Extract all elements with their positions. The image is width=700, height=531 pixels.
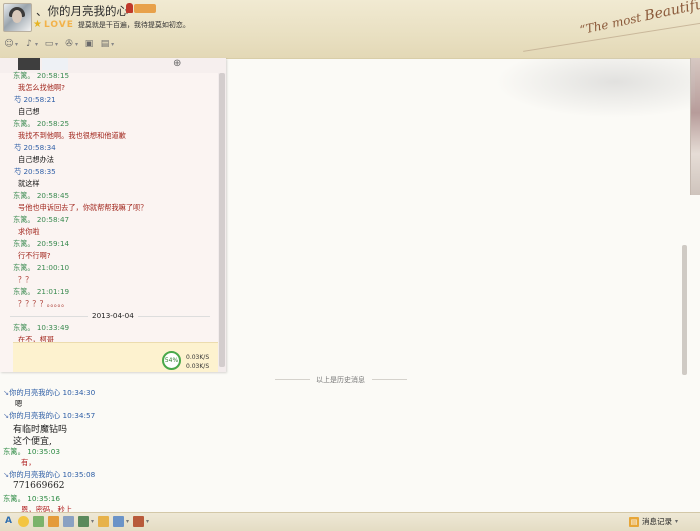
message-record-button[interactable]: ▤ 消息记录 ▾ bbox=[629, 516, 678, 527]
chat-message-sender-time: 你的月亮我的心 10:34:57 bbox=[9, 411, 96, 420]
history-message-header: 东篱。 20:58:47 bbox=[13, 215, 70, 224]
vote-icon[interactable] bbox=[133, 516, 145, 527]
history-message-body: 就这样 bbox=[18, 179, 40, 188]
chevron-down-icon[interactable]: ▾ bbox=[146, 518, 149, 525]
screenshot-icon[interactable] bbox=[63, 516, 74, 527]
microphone-icon[interactable]: ♪ bbox=[24, 39, 34, 49]
history-message-body: ？？？？。。。。。 bbox=[18, 299, 69, 308]
app-icon[interactable]: ▤ bbox=[100, 39, 110, 49]
history-message-body: 自己想办法 bbox=[18, 155, 54, 164]
image-icon[interactable] bbox=[78, 516, 89, 527]
chat-toolbar: ☺ ▾ ♪ ▾ ▭ ▾ ✇ ▾ ▣ ▤ ▾ bbox=[4, 38, 120, 50]
history-message-body: ？？ bbox=[18, 275, 33, 284]
gift-icon[interactable] bbox=[98, 516, 110, 527]
history-message-header: 芍 20:58:35 bbox=[14, 167, 56, 176]
chat-scrollbar-thumb[interactable] bbox=[682, 245, 687, 375]
chat-message-body: 这个便宜, bbox=[13, 437, 52, 447]
chat-message-header: 东篱。 10:35:16 bbox=[3, 494, 60, 504]
shake-icon[interactable] bbox=[48, 516, 59, 527]
history-scrollbar-thumb[interactable] bbox=[219, 73, 225, 367]
record-label: 消息记录 bbox=[642, 517, 672, 526]
scene-icon[interactable] bbox=[113, 516, 125, 527]
contact-name: 、你的月亮我的心 bbox=[36, 4, 128, 18]
chevron-down-icon[interactable]: ▾ bbox=[55, 41, 58, 48]
history-message-header: 东篱。 21:00:10 bbox=[13, 263, 70, 272]
magic-icon[interactable] bbox=[33, 516, 44, 527]
chat-message-body: 有， bbox=[21, 458, 36, 467]
signature-text: 提莫就是干百遍，我待提莫如初恋。 bbox=[77, 21, 190, 29]
folder-icon[interactable]: ▭ bbox=[44, 39, 54, 49]
history-thumbnail-2[interactable] bbox=[42, 58, 68, 70]
history-message-body: 自己想 bbox=[18, 107, 40, 116]
screenshot-icon[interactable]: ▣ bbox=[84, 39, 94, 49]
chat-message-header: ↘你的月亮我的心 10:34:30 bbox=[3, 388, 95, 398]
vip-badge-icon[interactable] bbox=[126, 3, 156, 13]
net-speed-gauge[interactable]: 54% bbox=[162, 351, 181, 370]
history-message-body: 求你啦 bbox=[18, 227, 40, 236]
history-message-header: 东篱。 20:58:45 bbox=[13, 191, 70, 200]
emoticon-icon[interactable]: ☺ bbox=[4, 39, 14, 49]
history-message-header: 芍 20:58:34 bbox=[14, 143, 56, 152]
divider-line bbox=[372, 379, 407, 380]
divider-line bbox=[275, 379, 310, 380]
date-separator: 2013-04-04 bbox=[88, 311, 138, 320]
love-row: ★ LOVE 提莫就是干百遍，我待提莫如初恋。 bbox=[33, 19, 190, 31]
title-bar: 、你的月亮我的心 ★ LOVE 提莫就是干百遍，我待提莫如初恋。 ☺ ▾ ♪ ▾ ▭… bbox=[0, 0, 700, 59]
upload-rate: 0.03K/S bbox=[186, 354, 210, 361]
download-rate: 0.03K/S bbox=[186, 363, 210, 370]
history-message-header: 东篱。 20:58:25 bbox=[13, 119, 70, 128]
history-message-body: 我找不到他啊。我也很想和他道歉 bbox=[18, 131, 126, 140]
chevron-down-icon[interactable]: ▾ bbox=[126, 518, 129, 525]
background-decoration bbox=[495, 58, 695, 118]
chevron-down-icon[interactable]: ▾ bbox=[15, 41, 18, 48]
history-message-body: 我怎么找他啊? bbox=[18, 83, 65, 92]
history-message-header: 东篱。 21:01:19 bbox=[13, 287, 70, 296]
input-toolbar: A ▾ ▾ ▾ ▤ 消息记录 ▾ bbox=[0, 512, 700, 531]
chat-message-sender-time: 你的月亮我的心 10:34:30 bbox=[9, 388, 96, 397]
chat-message-body: 嗯 bbox=[15, 399, 23, 408]
history-panel: ⊕ 东篱。 20:58:15 我怎么找他啊? 芍 20:58:21 自己想 东篱。 20… bbox=[0, 58, 226, 372]
history-message-header: 芍 20:58:21 bbox=[14, 95, 56, 104]
chat-message-sender-time: 东篱。 10:35:16 bbox=[3, 494, 60, 503]
chat-message-sender-time: 你的月亮我的心 10:35:08 bbox=[9, 470, 96, 479]
remote-icon[interactable]: ✇ bbox=[64, 39, 74, 49]
chat-message-body: 771669662 bbox=[13, 481, 65, 491]
history-list: 东篱。 20:58:15 我怎么找他啊? 芍 20:58:21 自己想东篱。 20:5… bbox=[0, 71, 218, 372]
chevron-down-icon[interactable]: ▾ bbox=[75, 41, 78, 48]
history-message-header: 东篱。 20:59:14 bbox=[13, 239, 70, 248]
chevron-down-icon[interactable]: ▾ bbox=[91, 518, 94, 525]
input-tools: A ▾ ▾ ▾ bbox=[3, 516, 153, 527]
chevron-down-icon[interactable]: ▾ bbox=[675, 518, 678, 525]
chevron-down-icon[interactable]: ▾ bbox=[35, 41, 38, 48]
avatar[interactable] bbox=[3, 3, 32, 32]
emoji-icon[interactable] bbox=[18, 516, 29, 527]
history-message-body: 号他也申诉回去了，你就帮帮我嘛了呗？ bbox=[18, 203, 148, 212]
chat-message-header: ↘你的月亮我的心 10:34:57 bbox=[3, 411, 95, 421]
star-icon: ★ bbox=[33, 19, 42, 30]
history-message-body: 行不行啊? bbox=[18, 251, 51, 260]
chevron-down-icon[interactable]: ▾ bbox=[111, 41, 114, 48]
history-divider: 以上是历史消息 bbox=[316, 376, 365, 384]
record-icon: ▤ bbox=[629, 516, 639, 527]
chat-message-sender-time: 东篱。 10:35:03 bbox=[3, 447, 60, 456]
search-icon[interactable]: ⊕ bbox=[173, 59, 181, 69]
font-icon[interactable]: A bbox=[3, 516, 14, 527]
chat-message-header: 东篱。 10:35:03 bbox=[3, 447, 60, 457]
love-label: LOVE bbox=[43, 20, 74, 30]
history-message-header: 东篱。 10:33:49 bbox=[13, 323, 70, 332]
history-message-header: 东篱。 20:58:15 bbox=[13, 71, 70, 80]
avatar-face bbox=[12, 10, 22, 23]
chat-message-header: ↘你的月亮我的心 10:35:08 bbox=[3, 470, 95, 480]
history-thumbnail[interactable] bbox=[18, 58, 40, 70]
